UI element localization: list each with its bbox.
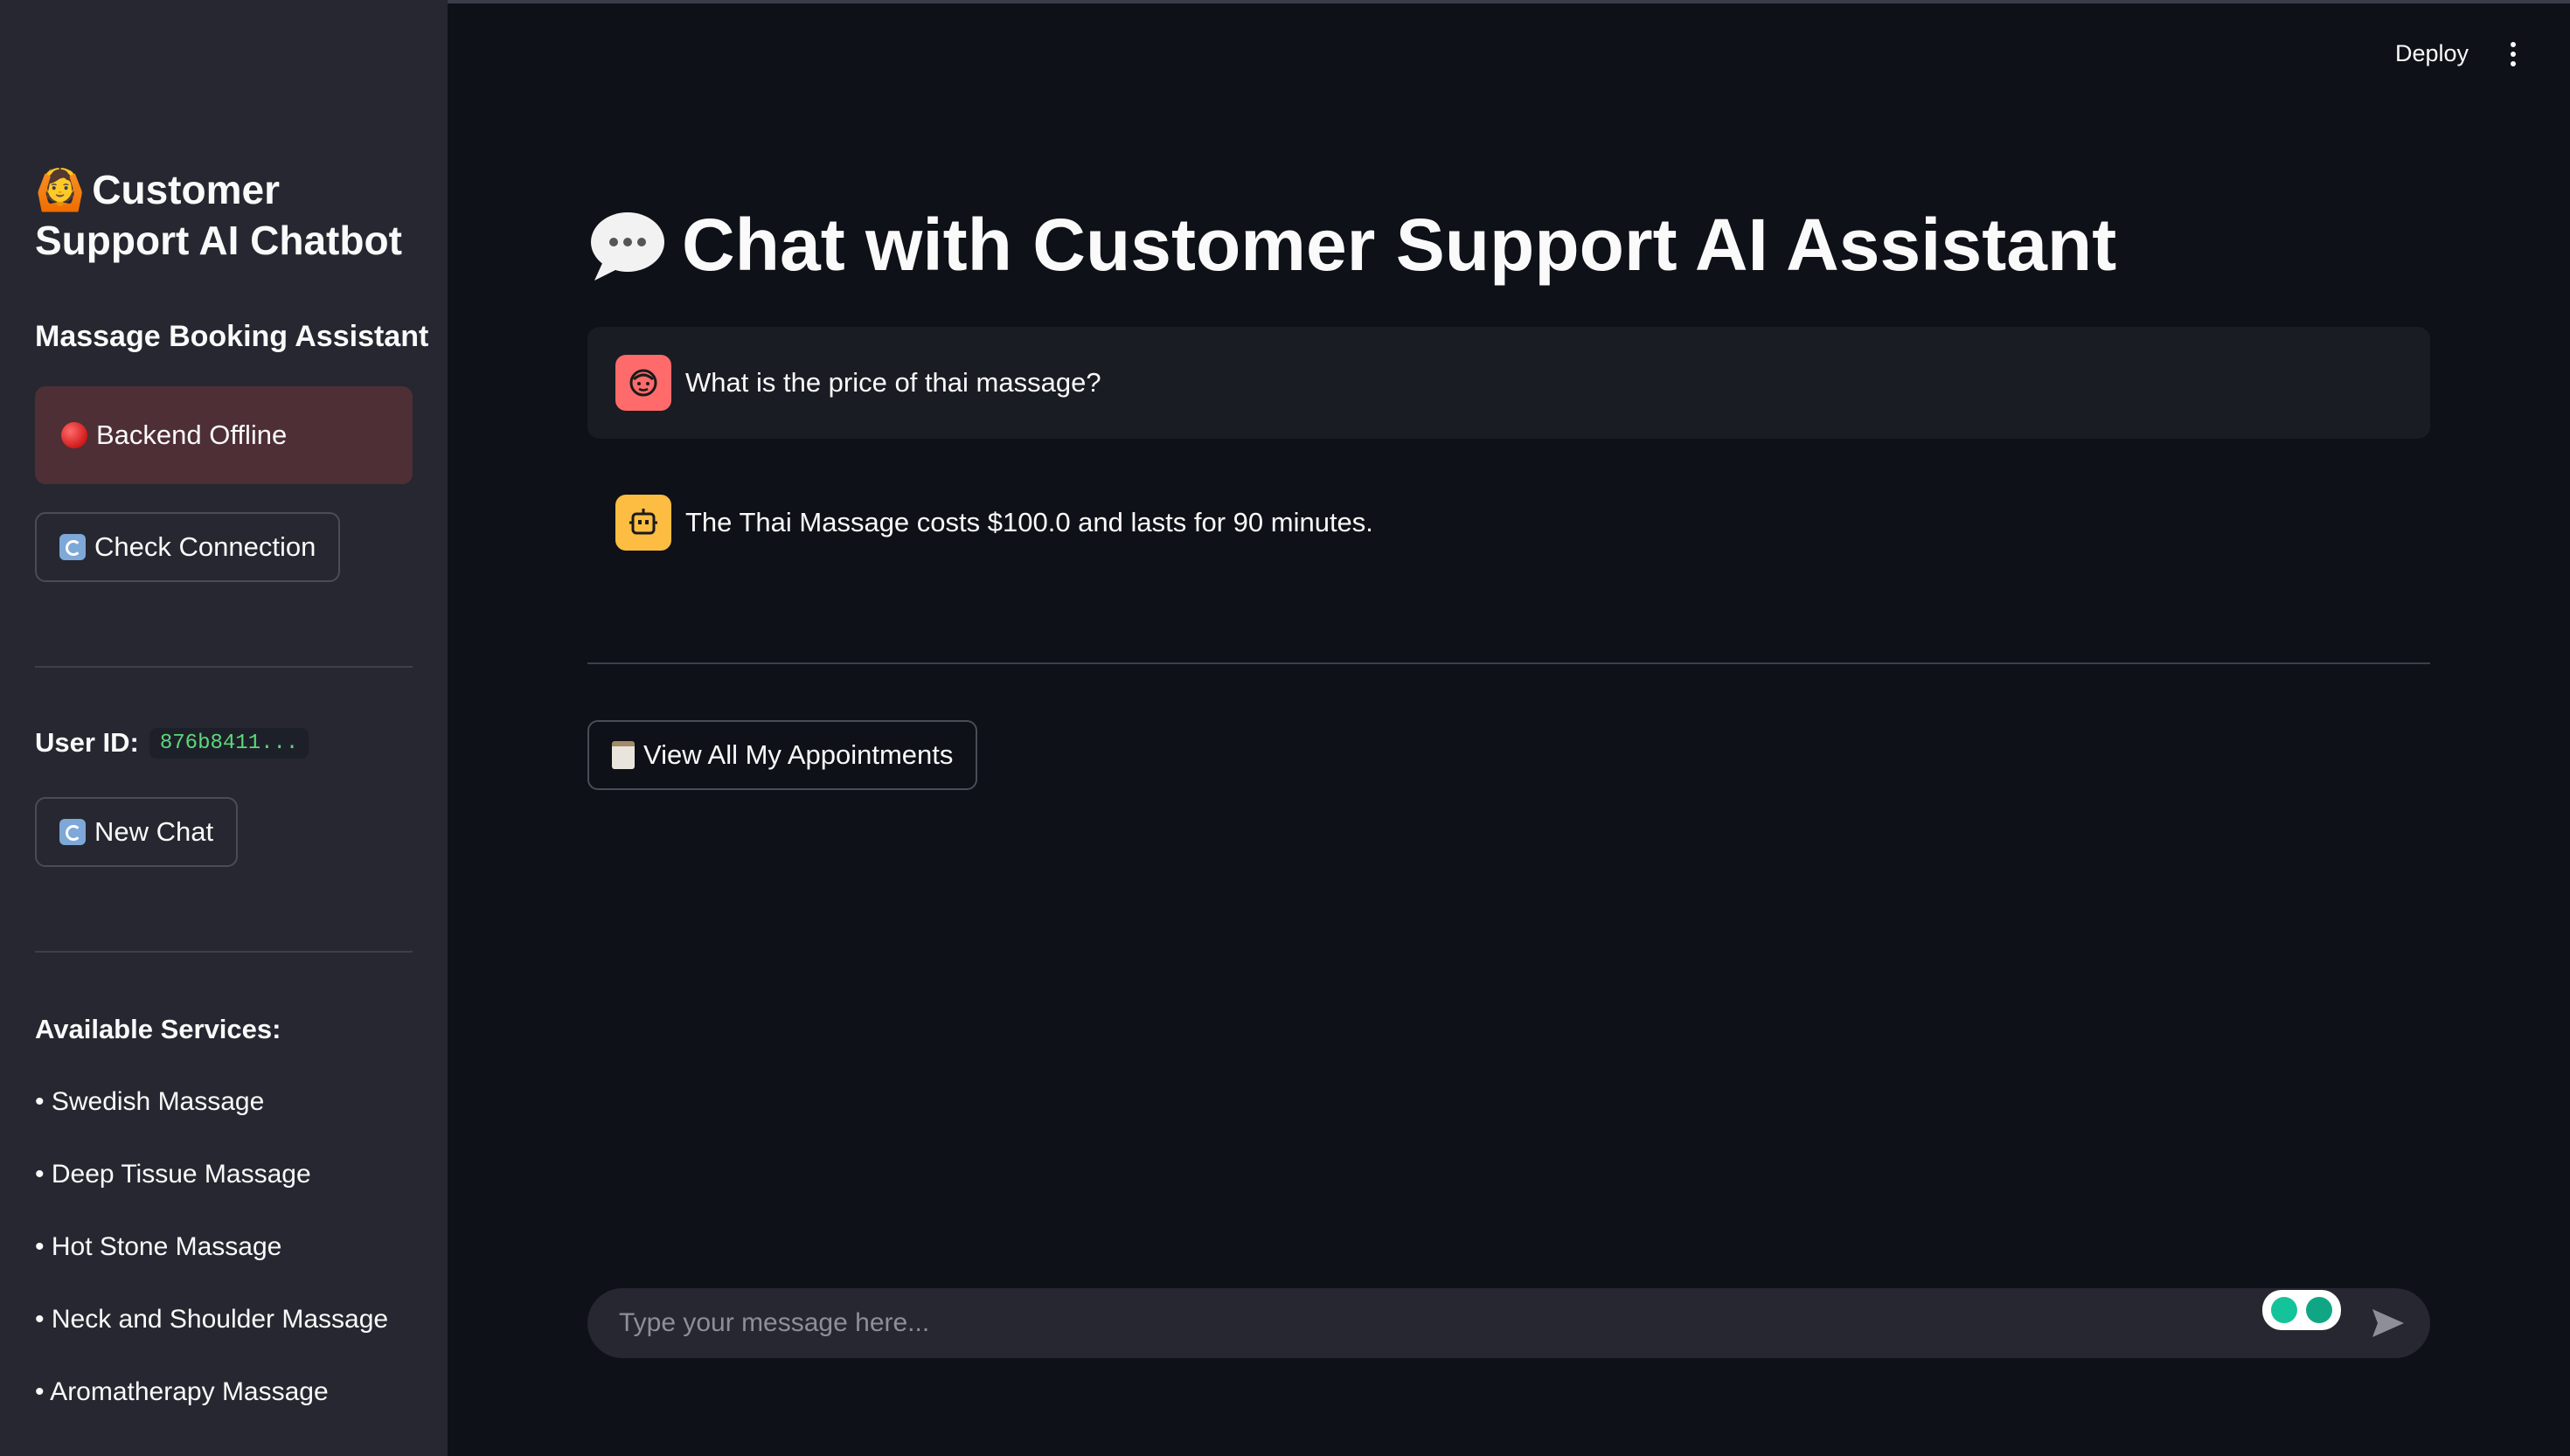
sidebar-divider <box>35 666 413 668</box>
more-vertical-icon[interactable] <box>2509 42 2518 70</box>
robot-icon <box>629 509 657 535</box>
check-connection-label: Check Connection <box>94 531 316 562</box>
service-item: • Aromatherapy Massage <box>35 1377 329 1406</box>
chat-input-container <box>587 1288 2430 1358</box>
backend-status-text: Backend Offline <box>96 419 288 450</box>
clipboard-icon <box>612 741 635 769</box>
sidebar-title-text: Customer Support AI Chatbot <box>35 167 402 263</box>
person-gesture-icon: 🙆 <box>35 167 86 212</box>
grammarly-assist-icon[interactable] <box>2271 1297 2297 1323</box>
new-chat-button[interactable]: New Chat <box>35 797 239 867</box>
bot-avatar-icon <box>615 495 671 551</box>
red-circle-icon <box>61 422 87 448</box>
page-title-text: Chat with Customer Support AI Assistant <box>682 204 2117 286</box>
view-appointments-label: View All My Appointments <box>643 739 954 770</box>
service-item: • Swedish Massage <box>35 1087 265 1116</box>
service-item: • Deep Tissue Massage <box>35 1160 311 1189</box>
sidebar: 🙆 Customer Support AI Chatbot Massage Boo… <box>0 0 448 1456</box>
sidebar-title: 🙆 Customer Support AI Chatbot <box>35 164 420 266</box>
check-connection-button[interactable]: Check Connection <box>35 512 341 582</box>
chat-message-text: The Thai Massage costs $100.0 and lasts … <box>685 507 1373 537</box>
chat-message-assistant: The Thai Massage costs $100.0 and lasts … <box>587 467 2430 579</box>
send-icon[interactable] <box>2371 1307 2406 1339</box>
service-item: • Hot Stone Massage <box>35 1232 282 1261</box>
user-avatar-icon <box>615 355 671 411</box>
grammarly-widget[interactable] <box>2262 1290 2341 1330</box>
page-title: Chat with Customer Support AI Assistant <box>587 203 2116 288</box>
face-icon <box>629 369 657 397</box>
user-id-label: User ID: <box>35 727 139 758</box>
refresh-icon <box>59 534 86 560</box>
deploy-button[interactable]: Deploy <box>2395 40 2469 67</box>
refresh-icon <box>59 819 86 845</box>
services-title: Available Services: <box>35 1014 281 1044</box>
chat-input[interactable] <box>617 1288 2430 1358</box>
chat-message-user: What is the price of thai massage? <box>587 327 2430 439</box>
view-appointments-button[interactable]: View All My Appointments <box>587 720 978 790</box>
service-item: • Neck and Shoulder Massage <box>35 1305 389 1334</box>
user-id-row: User ID: 876b8411... <box>35 727 309 759</box>
backend-status-alert: Backend Offline <box>35 386 413 484</box>
app-root: 🙆 Customer Support AI Chatbot Massage Boo… <box>0 0 2570 1456</box>
chat-message-text: What is the price of thai massage? <box>685 367 1101 398</box>
main-divider <box>587 662 2430 664</box>
sidebar-divider <box>35 951 413 953</box>
new-chat-label: New Chat <box>94 816 214 847</box>
user-id-code: 876b8411... <box>149 727 309 759</box>
grammarly-g-icon[interactable] <box>2306 1297 2332 1323</box>
sidebar-subtitle: Massage Booking Assistant <box>35 320 429 353</box>
speech-bubble-icon <box>591 211 664 281</box>
